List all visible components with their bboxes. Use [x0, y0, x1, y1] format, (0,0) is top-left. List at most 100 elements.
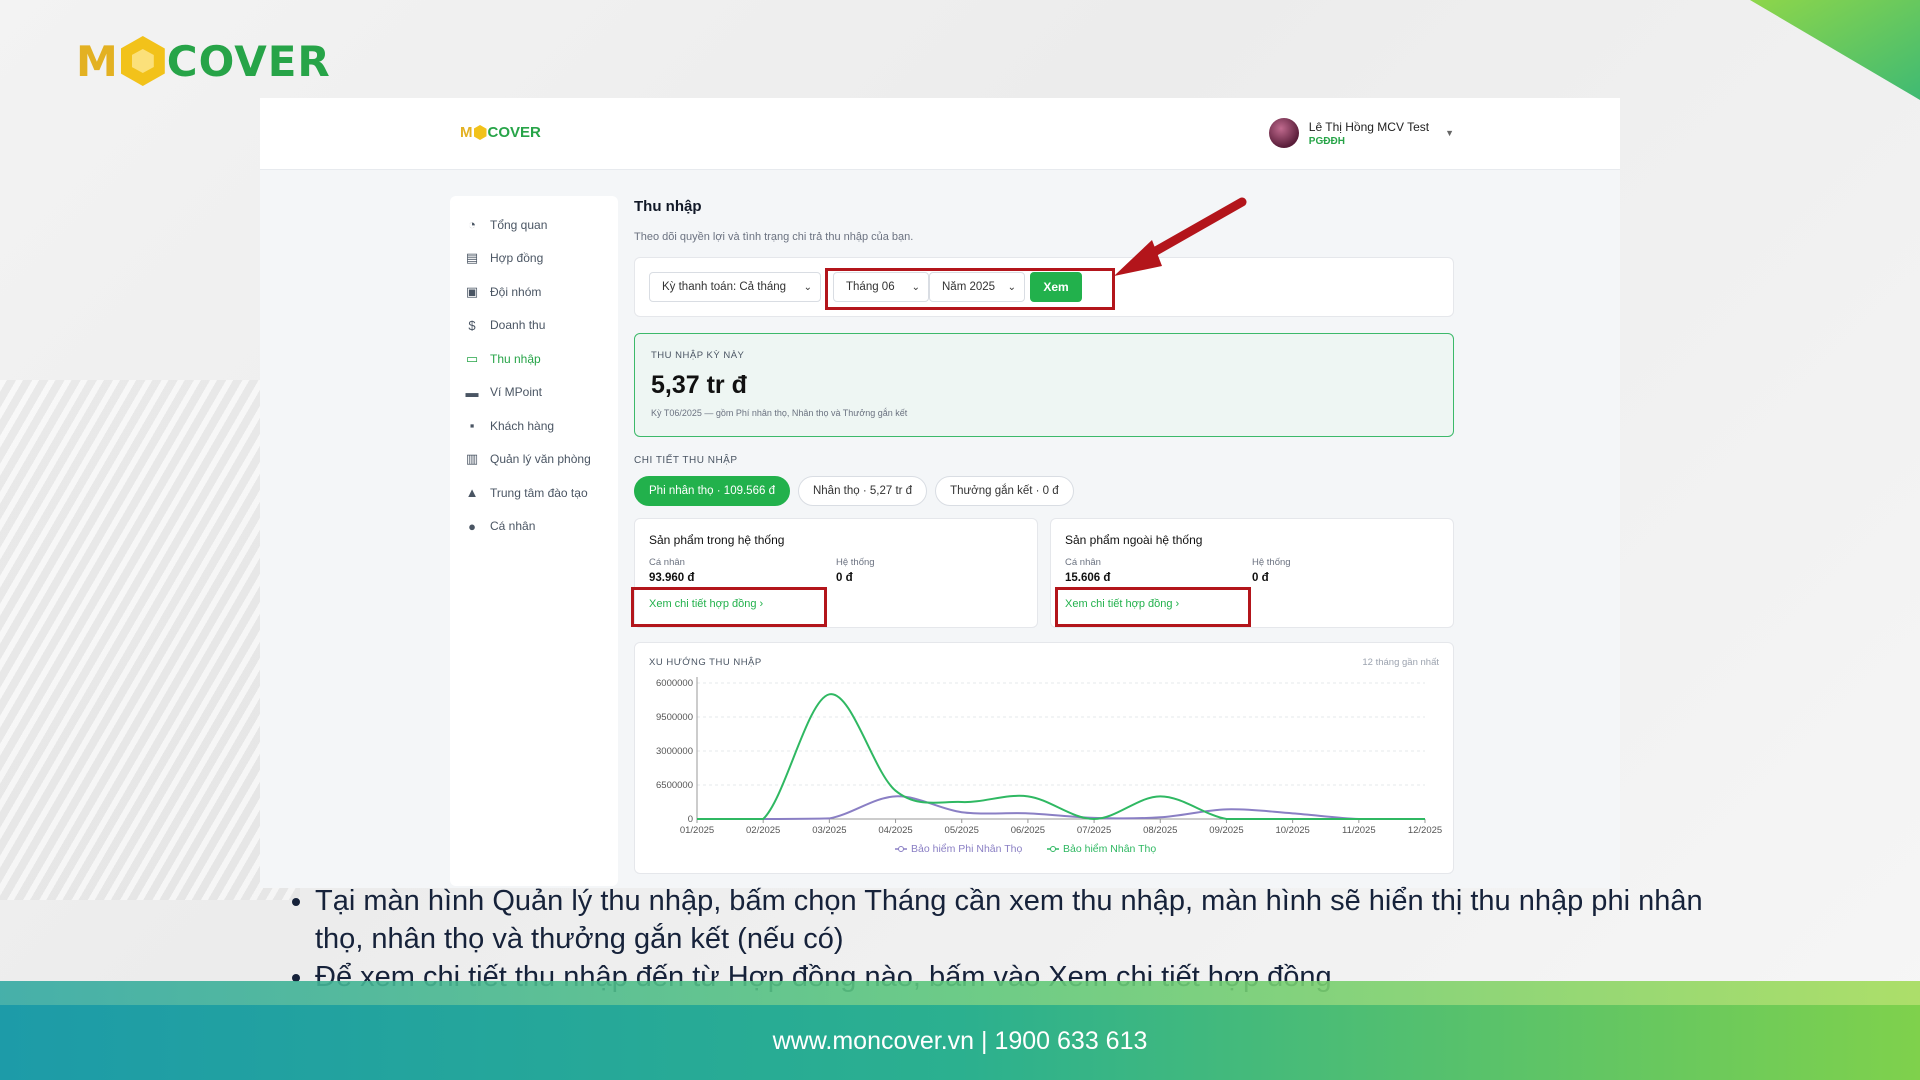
x-tick-label: 03/2025 [812, 825, 846, 836]
tab-thuong-gan-ket[interactable]: Thưởng gắn kết · 0 đ [935, 476, 1074, 506]
x-tick-label: 12/2025 [1408, 825, 1442, 836]
system-value: 0 đ [1252, 572, 1269, 584]
y-tick-label: 0 [688, 814, 693, 825]
hexagon-icon [120, 36, 165, 86]
chevron-down-icon: ⌄ [803, 281, 812, 293]
card-icon: ▬ [465, 384, 479, 400]
y-tick-label: 9500000 [656, 712, 693, 723]
sidebar-item-tong-quan[interactable]: ◔ Tổng quan [450, 208, 618, 242]
x-tick-label: 11/2025 [1342, 825, 1376, 836]
detail-section-label: CHI TIẾT THU NHẬP [634, 455, 738, 466]
main-content: Thu nhập Theo dõi quyền lợi và tình trạn… [631, 196, 1454, 874]
income-value: 5,37 tr đ [651, 371, 747, 399]
product-card-out-system: Sản phẩm ngoài hệ thống Cá nhân 15.606 đ… [1050, 518, 1454, 628]
app-header: M COVER Lê Thị Hồng MCV Test PGĐĐH ▼ [260, 98, 1620, 170]
sidebar-item-label: Tổng quan [490, 217, 548, 232]
income-note: Kỳ T06/2025 — gồm Phí nhân thọ, Nhân thọ… [651, 408, 908, 418]
app-logo[interactable]: M COVER [460, 124, 541, 141]
corner-decoration [1750, 0, 1920, 100]
sidebar-item-label: Thu nhập [490, 351, 541, 366]
product-cards: Sản phẩm trong hệ thống Cá nhân 93.960 đ… [631, 518, 1454, 628]
app-window: M COVER Lê Thị Hồng MCV Test PGĐĐH ▼ ◔ Tổ… [260, 98, 1620, 888]
tab-nhan-tho[interactable]: Nhân thọ · 5,27 tr đ [797, 476, 928, 506]
trend-chart: 0 6500000 3000000 9500000 6000000 01/2025 02/2… [656, 677, 1442, 855]
legend-label: Bảo hiểm Nhân Thọ [1063, 843, 1156, 855]
legend-dot [898, 846, 904, 852]
user-name: Lê Thị Hồng MCV Test [1308, 119, 1430, 134]
series-line-1 [696, 693, 1425, 821]
document-icon: ▤ [465, 250, 479, 266]
sidebar-item-vi-mpoint[interactable]: ▬ Ví MPoint [450, 376, 618, 410]
footer-contact: www.moncover.vn | 1900 633 613 [772, 1027, 1148, 1055]
x-tick-label: 07/2025 [1077, 825, 1111, 836]
page-subtitle: Theo dõi quyền lợi và tình trạng chi trả… [634, 231, 914, 243]
user-role: PGĐĐH [1308, 135, 1345, 147]
avatar [1268, 118, 1299, 148]
y-tick-label: 3000000 [656, 746, 693, 757]
x-tick-label: 05/2025 [945, 825, 979, 836]
personal-value: 15.606 đ [1065, 572, 1111, 584]
filter-bar: Kỳ thanh toán: Cả tháng ⌄ Tháng 06 ⌄ Năm 2… [634, 257, 1454, 317]
sidebar-item-quan-ly-van-phong[interactable]: ▥ Quản lý văn phòng [450, 443, 618, 477]
income-tabs: Phi nhân thọ · 109.566 đ Nhân thọ · 5,27… [634, 476, 1454, 506]
personal-label: Cá nhân [649, 557, 685, 568]
income-summary-card: THU NHẬP KỲ NÀY 5,37 tr đ Kỳ T06/2025 — … [634, 333, 1454, 437]
period-select-value: Kỳ thanh toán: Cả tháng [662, 281, 787, 293]
graduation-icon: ▲ [465, 485, 479, 501]
sidebar-item-label: Trung tâm đào tạo [490, 485, 588, 500]
sidebar-item-ca-nhan[interactable]: ● Cá nhân [450, 510, 618, 544]
y-tick-label: 6500000 [656, 780, 693, 791]
sidebar-item-doi-nhom[interactable]: ▣ Đội nhóm [450, 275, 618, 309]
sidebar-item-trung-tam-dao-tao[interactable]: ▲ Trung tâm đào tạo [450, 476, 618, 510]
brand-logo-cover: COVER [166, 36, 331, 86]
product-title: Sản phẩm ngoài hệ thống [1065, 533, 1203, 547]
legend-dot [1050, 846, 1056, 852]
x-tick-label: 09/2025 [1209, 825, 1243, 836]
dashboard-icon: ◔ [468, 217, 476, 233]
sidebar-item-label: Đội nhóm [490, 284, 542, 299]
period-select[interactable]: Kỳ thanh toán: Cả tháng ⌄ [649, 272, 821, 302]
highlight-box [825, 268, 1115, 310]
instruction-bullets: Tại màn hình Quản lý thu nhập, bấm chọn … [285, 882, 1725, 996]
sidebar-item-hop-dong[interactable]: ▤ Hợp đồng [450, 242, 618, 276]
highlight-box [1055, 587, 1251, 627]
personal-value: 93.960 đ [649, 572, 695, 584]
y-tick-label: 6000000 [656, 678, 693, 689]
building-icon: ▥ [465, 451, 479, 467]
brand-logo: M COVER [76, 36, 331, 86]
x-tick-label: 10/2025 [1275, 825, 1309, 836]
x-tick-label: 01/2025 [680, 825, 714, 836]
sidebar-item-label: Doanh thu [490, 318, 546, 333]
background-pattern [0, 380, 300, 900]
sidebar-item-label: Quản lý văn phòng [490, 452, 591, 467]
sidebar-item-label: Cá nhân [490, 519, 536, 534]
highlight-box [631, 587, 827, 627]
x-tick-label: 06/2025 [1011, 825, 1045, 836]
system-value: 0 đ [836, 572, 853, 584]
team-icon: ▣ [465, 283, 479, 299]
x-tick-label: 08/2025 [1143, 825, 1177, 836]
x-tick-label: 04/2025 [878, 825, 912, 836]
hexagon-icon [473, 125, 487, 140]
sidebar-item-doanh-thu[interactable]: $ Doanh thu [450, 309, 618, 343]
tab-phi-nhan-tho[interactable]: Phi nhân thọ · 109.566 đ [634, 476, 790, 506]
income-trend-card: XU HƯỚNG THU NHẬP 12 tháng gần nhất 0 650… [634, 642, 1454, 874]
page-title: Thu nhập [634, 198, 702, 215]
bullet-item: Tại màn hình Quản lý thu nhập, bấm chọn … [315, 882, 1725, 958]
wallet-icon: ▭ [465, 350, 479, 366]
app-logo-cover: COVER [487, 124, 541, 141]
red-arrow [1114, 197, 1247, 276]
sidebar-item-label: Hợp đồng [490, 251, 544, 266]
sidebar-item-khach-hang[interactable]: ▪ Khách hàng [450, 409, 618, 443]
sidebar: ◔ Tổng quan ▤ Hợp đồng ▣ Đội nhóm $ Doanh th… [450, 196, 618, 886]
system-label: Hệ thống [1252, 557, 1291, 568]
caret-down-icon[interactable]: ▼ [1445, 128, 1454, 138]
user-menu[interactable]: Lê Thị Hồng MCV Test PGĐĐH ▼ [1268, 118, 1454, 148]
system-label: Hệ thống [836, 557, 875, 568]
sidebar-item-thu-nhap[interactable]: ▭ Thu nhập [450, 342, 618, 376]
sidebar-item-label: Khách hàng [490, 418, 555, 433]
personal-label: Cá nhân [1065, 557, 1101, 568]
product-card-in-system: Sản phẩm trong hệ thống Cá nhân 93.960 đ… [631, 518, 1038, 628]
contact-icon: ▪ [469, 418, 475, 434]
sidebar-item-label: Ví MPoint [490, 385, 543, 400]
